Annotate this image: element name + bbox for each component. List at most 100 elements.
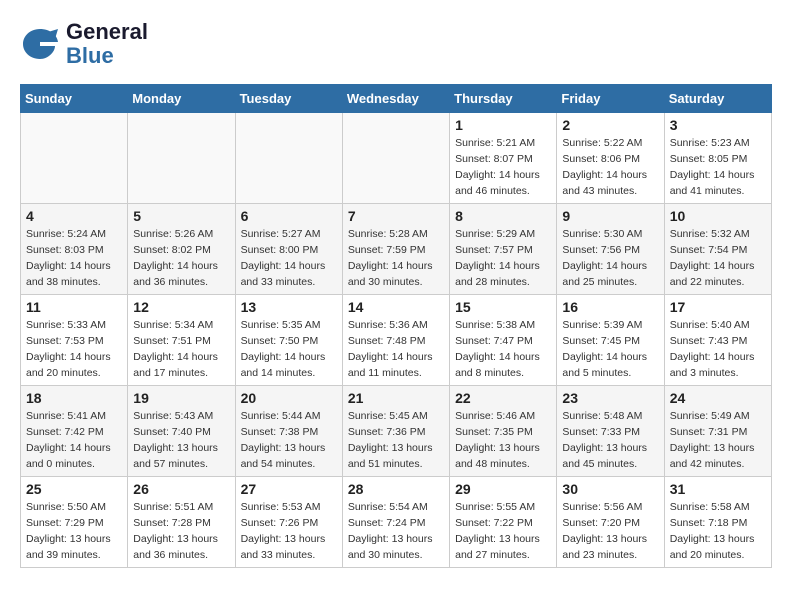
day-number: 23	[562, 390, 658, 406]
calendar-cell: 20 Sunrise: 5:44 AM Sunset: 7:38 PM Dayli…	[235, 386, 342, 477]
day-info: Sunrise: 5:22 AM Sunset: 8:06 PM Dayligh…	[562, 136, 658, 199]
calendar-cell: 15Sunrise: 5:38 AM Sunset: 7:47 PM Dayli…	[450, 295, 557, 386]
day-number: 14	[348, 299, 444, 315]
day-number: 20	[241, 390, 337, 406]
day-number: 6	[241, 208, 337, 224]
day-info: Sunrise: 5:26 AM Sunset: 8:02 PM Dayligh…	[133, 227, 229, 290]
day-number: 25	[26, 481, 122, 497]
calendar-cell: 10 Sunrise: 5:32 AM Sunset: 7:54 PM Dayli…	[664, 204, 771, 295]
calendar-week-row: 1 Sunrise: 5:21 AM Sunset: 8:07 PM Daylig…	[21, 113, 772, 204]
weekday-header: Thursday	[450, 85, 557, 113]
calendar-cell: 23 Sunrise: 5:48 AM Sunset: 7:33 PM Dayli…	[557, 386, 664, 477]
calendar-cell: 16 Sunrise: 5:39 AM Sunset: 7:45 PM Dayli…	[557, 295, 664, 386]
calendar-week-row: 18Sunrise: 5:41 AM Sunset: 7:42 PM Dayli…	[21, 386, 772, 477]
weekday-header: Saturday	[664, 85, 771, 113]
day-number: 1	[455, 117, 551, 133]
day-info: Sunrise: 5:33 AM Sunset: 7:53 PM Dayligh…	[26, 318, 122, 381]
calendar-cell: 28Sunrise: 5:54 AM Sunset: 7:24 PM Dayli…	[342, 477, 449, 568]
page: General Blue SundayMondayTuesdayWednesda…	[0, 0, 792, 588]
calendar-cell: 24 Sunrise: 5:49 AM Sunset: 7:31 PM Dayli…	[664, 386, 771, 477]
calendar-week-row: 25 Sunrise: 5:50 AM Sunset: 7:29 PM Dayli…	[21, 477, 772, 568]
day-info: Sunrise: 5:32 AM Sunset: 7:54 PM Dayligh…	[670, 227, 766, 290]
day-info: Sunrise: 5:48 AM Sunset: 7:33 PM Dayligh…	[562, 409, 658, 472]
day-number: 8	[455, 208, 551, 224]
day-info: Sunrise: 5:39 AM Sunset: 7:45 PM Dayligh…	[562, 318, 658, 381]
calendar-cell: 4 Sunrise: 5:24 AM Sunset: 8:03 PM Daylig…	[21, 204, 128, 295]
day-info: Sunrise: 5:21 AM Sunset: 8:07 PM Dayligh…	[455, 136, 551, 199]
day-number: 10	[670, 208, 766, 224]
calendar-cell: 19Sunrise: 5:43 AM Sunset: 7:40 PM Dayli…	[128, 386, 235, 477]
day-info: Sunrise: 5:28 AM Sunset: 7:59 PM Dayligh…	[348, 227, 444, 290]
calendar-table: SundayMondayTuesdayWednesdayThursdayFrid…	[20, 84, 772, 568]
day-number: 27	[241, 481, 337, 497]
calendar-cell: 7 Sunrise: 5:28 AM Sunset: 7:59 PM Daylig…	[342, 204, 449, 295]
day-number: 21	[348, 390, 444, 406]
calendar-cell: 30 Sunrise: 5:56 AM Sunset: 7:20 PM Dayli…	[557, 477, 664, 568]
calendar-cell	[342, 113, 449, 204]
day-info: Sunrise: 5:50 AM Sunset: 7:29 PM Dayligh…	[26, 500, 122, 563]
day-info: Sunrise: 5:34 AM Sunset: 7:51 PM Dayligh…	[133, 318, 229, 381]
calendar-cell: 5Sunrise: 5:26 AM Sunset: 8:02 PM Daylig…	[128, 204, 235, 295]
calendar-cell: 26Sunrise: 5:51 AM Sunset: 7:28 PM Dayli…	[128, 477, 235, 568]
day-number: 31	[670, 481, 766, 497]
day-info: Sunrise: 5:46 AM Sunset: 7:35 PM Dayligh…	[455, 409, 551, 472]
calendar-cell: 2Sunrise: 5:22 AM Sunset: 8:06 PM Daylig…	[557, 113, 664, 204]
calendar-cell: 9 Sunrise: 5:30 AM Sunset: 7:56 PM Daylig…	[557, 204, 664, 295]
day-info: Sunrise: 5:23 AM Sunset: 8:05 PM Dayligh…	[670, 136, 766, 199]
day-number: 30	[562, 481, 658, 497]
day-number: 18	[26, 390, 122, 406]
logo-icon	[20, 24, 60, 64]
day-number: 12	[133, 299, 229, 315]
calendar-cell	[235, 113, 342, 204]
day-info: Sunrise: 5:40 AM Sunset: 7:43 PM Dayligh…	[670, 318, 766, 381]
day-number: 13	[241, 299, 337, 315]
calendar-cell	[21, 113, 128, 204]
day-number: 24	[670, 390, 766, 406]
day-info: Sunrise: 5:24 AM Sunset: 8:03 PM Dayligh…	[26, 227, 122, 290]
day-info: Sunrise: 5:54 AM Sunset: 7:24 PM Dayligh…	[348, 500, 444, 563]
day-info: Sunrise: 5:44 AM Sunset: 7:38 PM Dayligh…	[241, 409, 337, 472]
day-info: Sunrise: 5:30 AM Sunset: 7:56 PM Dayligh…	[562, 227, 658, 290]
weekday-header: Friday	[557, 85, 664, 113]
day-info: Sunrise: 5:27 AM Sunset: 8:00 PM Dayligh…	[241, 227, 337, 290]
logo-text: General Blue	[66, 20, 148, 68]
calendar-cell	[128, 113, 235, 204]
day-info: Sunrise: 5:53 AM Sunset: 7:26 PM Dayligh…	[241, 500, 337, 563]
weekday-header: Sunday	[21, 85, 128, 113]
day-number: 19	[133, 390, 229, 406]
day-info: Sunrise: 5:51 AM Sunset: 7:28 PM Dayligh…	[133, 500, 229, 563]
calendar-cell: 17 Sunrise: 5:40 AM Sunset: 7:43 PM Dayli…	[664, 295, 771, 386]
day-number: 3	[670, 117, 766, 133]
day-info: Sunrise: 5:49 AM Sunset: 7:31 PM Dayligh…	[670, 409, 766, 472]
weekday-header: Monday	[128, 85, 235, 113]
day-info: Sunrise: 5:58 AM Sunset: 7:18 PM Dayligh…	[670, 500, 766, 563]
calendar-cell: 22 Sunrise: 5:46 AM Sunset: 7:35 PM Dayli…	[450, 386, 557, 477]
day-number: 11	[26, 299, 122, 315]
day-info: Sunrise: 5:45 AM Sunset: 7:36 PM Dayligh…	[348, 409, 444, 472]
day-info: Sunrise: 5:36 AM Sunset: 7:48 PM Dayligh…	[348, 318, 444, 381]
day-number: 29	[455, 481, 551, 497]
calendar-cell: 27 Sunrise: 5:53 AM Sunset: 7:26 PM Dayli…	[235, 477, 342, 568]
calendar-cell: 25 Sunrise: 5:50 AM Sunset: 7:29 PM Dayli…	[21, 477, 128, 568]
weekday-header: Wednesday	[342, 85, 449, 113]
day-number: 7	[348, 208, 444, 224]
day-number: 16	[562, 299, 658, 315]
calendar-header-row: SundayMondayTuesdayWednesdayThursdayFrid…	[21, 85, 772, 113]
day-number: 9	[562, 208, 658, 224]
calendar-cell: 3 Sunrise: 5:23 AM Sunset: 8:05 PM Daylig…	[664, 113, 771, 204]
day-info: Sunrise: 5:55 AM Sunset: 7:22 PM Dayligh…	[455, 500, 551, 563]
calendar-cell: 18Sunrise: 5:41 AM Sunset: 7:42 PM Dayli…	[21, 386, 128, 477]
calendar-cell: 21 Sunrise: 5:45 AM Sunset: 7:36 PM Dayli…	[342, 386, 449, 477]
day-number: 22	[455, 390, 551, 406]
calendar-week-row: 11 Sunrise: 5:33 AM Sunset: 7:53 PM Dayli…	[21, 295, 772, 386]
day-info: Sunrise: 5:38 AM Sunset: 7:47 PM Dayligh…	[455, 318, 551, 381]
day-info: Sunrise: 5:56 AM Sunset: 7:20 PM Dayligh…	[562, 500, 658, 563]
calendar-week-row: 4 Sunrise: 5:24 AM Sunset: 8:03 PM Daylig…	[21, 204, 772, 295]
day-number: 4	[26, 208, 122, 224]
day-info: Sunrise: 5:35 AM Sunset: 7:50 PM Dayligh…	[241, 318, 337, 381]
weekday-header: Tuesday	[235, 85, 342, 113]
day-number: 17	[670, 299, 766, 315]
calendar-cell: 31 Sunrise: 5:58 AM Sunset: 7:18 PM Dayli…	[664, 477, 771, 568]
calendar-cell: 6 Sunrise: 5:27 AM Sunset: 8:00 PM Daylig…	[235, 204, 342, 295]
calendar-cell: 8Sunrise: 5:29 AM Sunset: 7:57 PM Daylig…	[450, 204, 557, 295]
